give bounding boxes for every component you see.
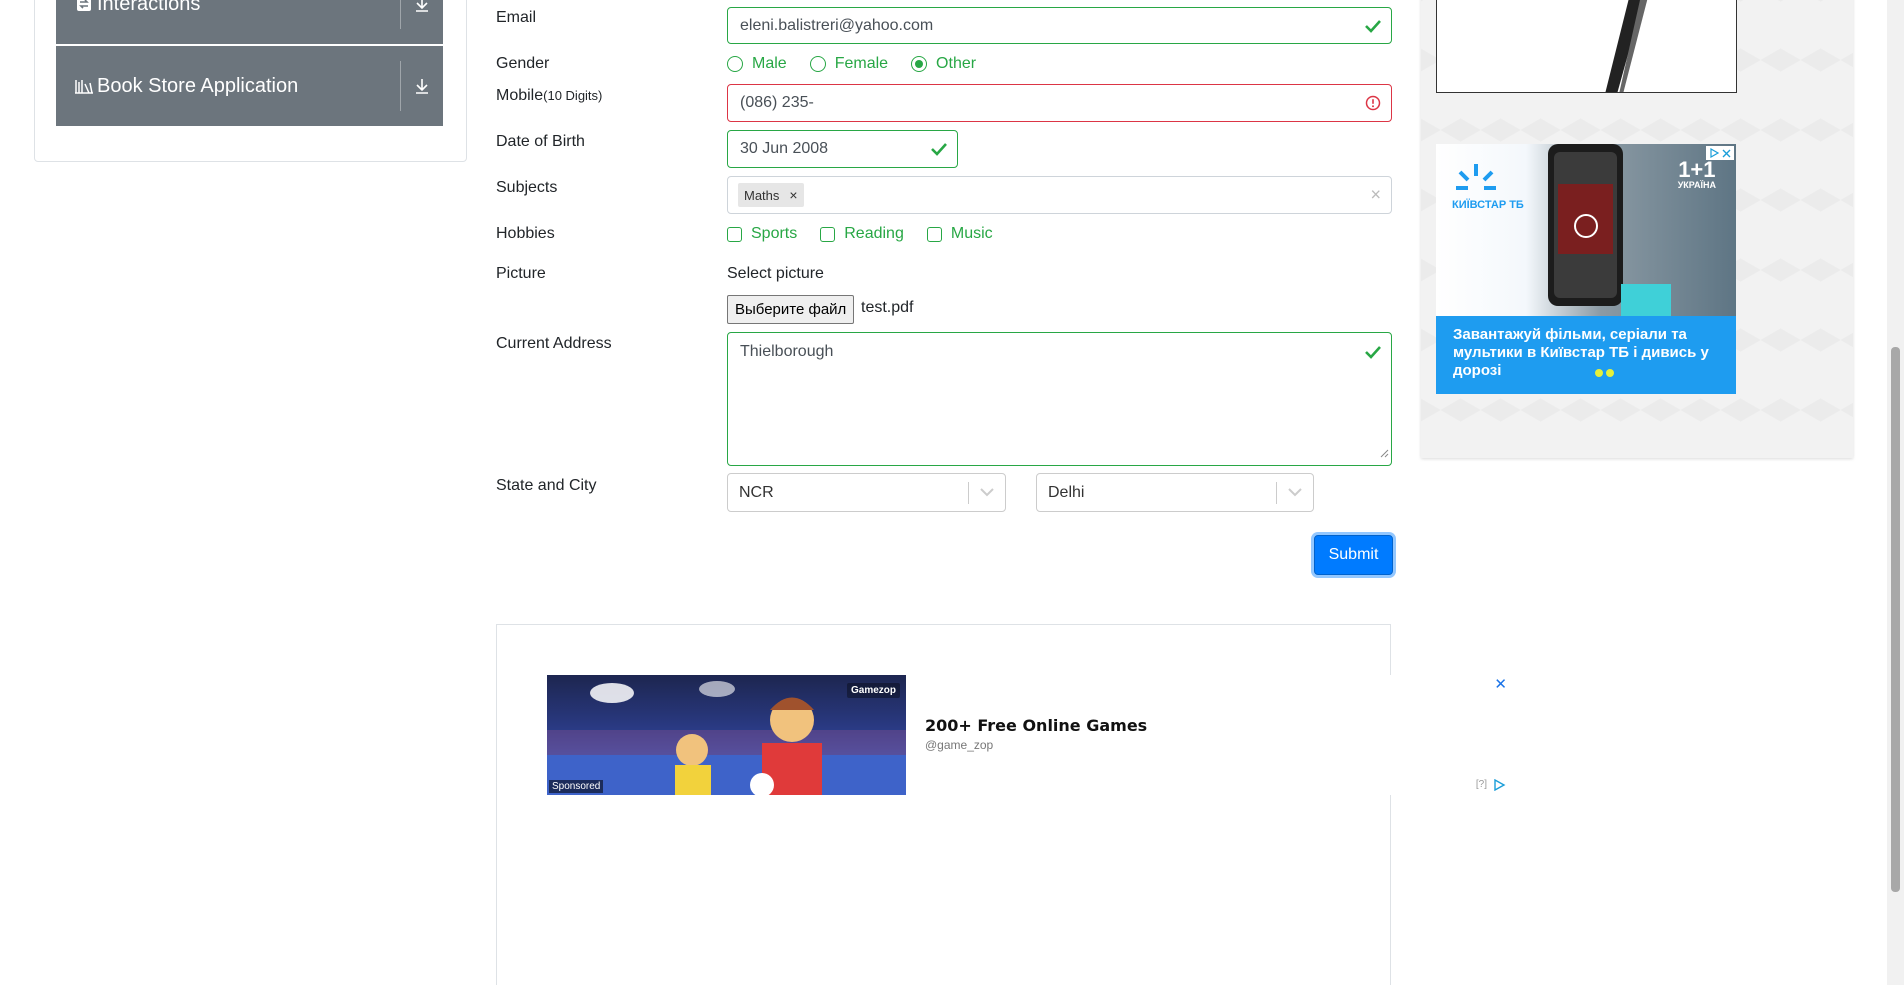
scrollbar-thumb[interactable] [1891, 347, 1900, 892]
kyivstar-logo: КИЇВСТАР ТБ [1452, 199, 1524, 211]
checkbox-box[interactable] [727, 226, 742, 242]
dob-value: 30 Jun 2008 [740, 140, 829, 157]
ad-image[interactable]: Gamezop Sponsored [547, 675, 906, 795]
check-icon [931, 142, 947, 156]
group-title: Interactions [97, 0, 201, 15]
checkbox-label: Reading [844, 225, 904, 242]
adchoices-icon[interactable] [1706, 146, 1734, 160]
books-icon [73, 75, 95, 97]
current-address-textarea[interactable]: Thielborough [727, 332, 1392, 466]
checkbox-box[interactable] [926, 226, 942, 242]
sponsored-ad-banner[interactable]: Gamezop Sponsored 200+ Free Online Games… [547, 675, 1515, 795]
interactions-icon [73, 0, 95, 15]
page-scrollbar[interactable] [1887, 0, 1904, 985]
chip-label: Maths [744, 187, 780, 203]
check-icon [1365, 345, 1381, 359]
gender-label: Gender [496, 55, 550, 72]
mobile-value: (086) 235- [740, 94, 814, 111]
email-value: eleni.balistreri@yahoo.com [740, 16, 934, 34]
product-ad[interactable] [1436, 0, 1737, 93]
download-arrow-icon[interactable] [401, 77, 443, 95]
ad-info-link[interactable]: [?] [1476, 779, 1487, 790]
sidebar-card: Interactions Book Store Application [34, 0, 467, 162]
gender-female-radio[interactable]: Female [809, 55, 889, 73]
kyivstar-ad[interactable]: КИЇВСТАР ТБ 1+1 УКРАЇНА Завантажуй фільм… [1436, 144, 1736, 394]
download-arrow-icon[interactable] [401, 0, 443, 13]
state-city-label: State and City [496, 477, 597, 494]
clear-icon[interactable]: × [1370, 185, 1381, 206]
chevron-down-icon[interactable] [1277, 488, 1313, 497]
resize-handle-icon[interactable] [1379, 445, 1389, 463]
radio-label: Other [936, 55, 977, 72]
address-label: Current Address [496, 335, 612, 352]
hobby-reading-checkbox[interactable]: Reading [820, 225, 904, 243]
checkbox-label: Music [950, 225, 993, 242]
channel-logo: 1+1 УКРАЇНА [1677, 157, 1716, 191]
adchoices-icon[interactable] [1493, 778, 1507, 796]
sponsored-label: Sponsored [549, 780, 604, 793]
gamezop-logo: Gamezop [846, 683, 900, 698]
checkbox-label: Sports [751, 225, 798, 242]
radio-circle[interactable] [727, 56, 743, 72]
city-select[interactable]: Delhi [1036, 473, 1314, 512]
sidebar-group-book-store[interactable]: Book Store Application [56, 46, 443, 126]
error-icon [1365, 95, 1381, 111]
checkbox-box[interactable] [820, 226, 836, 242]
subject-chip: Maths × [738, 183, 804, 207]
dob-field[interactable]: 30 Jun 2008 [727, 130, 958, 168]
radio-circle[interactable] [809, 56, 826, 72]
mobile-label-text: Mobile [496, 87, 544, 104]
channel-sub: УКРАЇНА [1677, 180, 1716, 190]
carousel-dots [1595, 369, 1614, 377]
submit-button[interactable]: Submit [1314, 535, 1393, 575]
subjects-input[interactable]: Maths × × [727, 176, 1392, 214]
mobile-field[interactable]: (086) 235- [727, 84, 1392, 122]
mobile-label-hint: (10 Digits) [543, 88, 603, 103]
address-value: Thielborough [740, 343, 834, 360]
hobbies-checkbox-group: Sports Reading Music [727, 225, 1016, 243]
check-icon [1365, 19, 1381, 33]
chip-remove-icon[interactable]: × [789, 187, 797, 203]
radio-circle-selected[interactable] [911, 56, 928, 72]
dob-label: Date of Birth [496, 133, 585, 150]
state-select[interactable]: NCR [727, 473, 1006, 512]
gender-radio-group: Male Female Other [727, 55, 999, 73]
choose-file-button[interactable]: Выберите файл [727, 295, 855, 324]
file-name: test.pdf [861, 299, 914, 316]
mobile-label: Mobile(10 Digits) [496, 87, 602, 105]
sidebar-group-interactions[interactable]: Interactions [56, 0, 443, 44]
channel-name: 1+1 [1678, 157, 1716, 182]
ad-handle: @game_zop [925, 738, 994, 752]
close-icon[interactable]: ✕ [1494, 675, 1507, 693]
chevron-down-icon[interactable] [969, 488, 1005, 497]
radio-label: Male [752, 55, 787, 72]
gender-other-radio[interactable]: Other [911, 55, 976, 73]
group-title: Book Store Application [97, 74, 299, 97]
ad-text: Завантажуй фільми, серіали та мультики в… [1453, 326, 1709, 379]
state-value: NCR [739, 483, 774, 501]
city-value: Delhi [1048, 483, 1085, 501]
hobby-sports-checkbox[interactable]: Sports [727, 225, 797, 243]
hobbies-label: Hobbies [496, 225, 555, 242]
hobby-music-checkbox[interactable]: Music [926, 225, 993, 243]
email-label: Email [496, 9, 537, 26]
subjects-label: Subjects [496, 179, 558, 196]
picture-label: Picture [496, 265, 546, 282]
radio-label: Female [834, 55, 889, 72]
ad-title[interactable]: 200+ Free Online Games [925, 716, 1147, 735]
email-field[interactable]: eleni.balistreri@yahoo.com [727, 7, 1392, 44]
gender-male-radio[interactable]: Male [727, 55, 787, 73]
select-picture-text: Select picture [727, 265, 824, 282]
